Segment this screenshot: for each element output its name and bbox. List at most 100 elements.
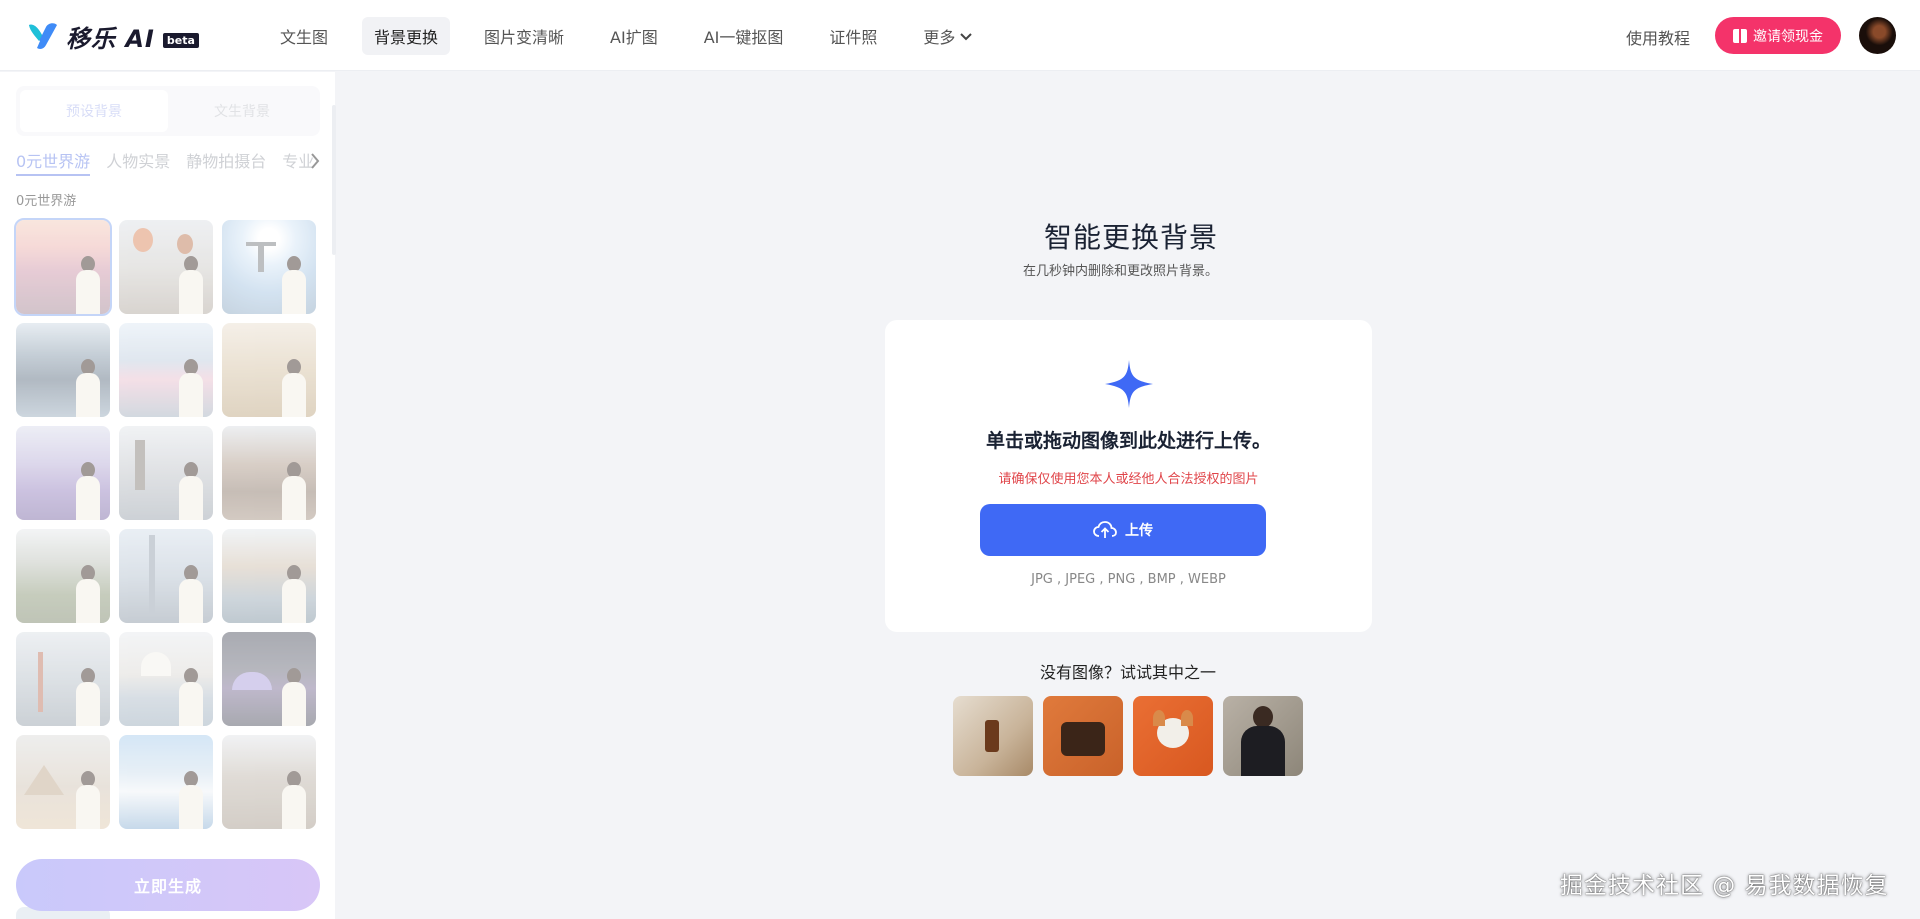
bg-thumb-golden-gate[interactable] <box>16 632 110 726</box>
bg-thumb-machu-picchu[interactable] <box>16 529 110 623</box>
page-title: 智能更换背景 <box>1044 221 1219 254</box>
puppy-ear <box>1153 710 1165 726</box>
model-figure <box>179 565 203 623</box>
nav-more[interactable]: 更多 <box>911 17 985 55</box>
tab-preset-background[interactable]: 预设背景 <box>20 90 168 132</box>
supported-formats: JPG , JPEG , PNG , BMP , WEBP <box>1031 572 1226 587</box>
bg-thumb-venice-canal[interactable] <box>222 529 316 623</box>
bg-thumb-colosseum[interactable] <box>222 735 316 829</box>
bridge-tower <box>38 652 43 712</box>
bg-thumb-fjord[interactable] <box>16 323 110 417</box>
category-portrait-scene[interactable]: 人物实景 <box>106 148 170 176</box>
brand-logo[interactable]: 移乐 AI beta <box>26 18 199 54</box>
main-nav: 文生图 背景更换 图片变清晰 AI扩图 AI一键抠图 证件照 更多 <box>268 17 1001 55</box>
model-figure <box>179 771 203 829</box>
balloon <box>177 234 193 254</box>
background-thumbnail-grid <box>14 218 316 829</box>
model-figure <box>179 668 203 726</box>
model-figure <box>76 462 100 520</box>
sample-woman-in-black[interactable] <box>1223 696 1303 776</box>
bottle <box>985 720 999 752</box>
user-avatar[interactable] <box>1859 17 1896 54</box>
upload-button[interactable]: 上传 <box>980 504 1266 556</box>
section-title: 0元世界游 <box>16 194 77 209</box>
model-figure <box>179 462 203 520</box>
cloud-upload-icon <box>1093 521 1117 538</box>
beta-badge: beta <box>162 32 199 48</box>
nav-image-enhance[interactable]: 图片变清晰 <box>472 17 576 55</box>
model-figure <box>76 565 100 623</box>
top-bar: 移乐 AI beta 文生图 背景更换 图片变清晰 AI扩图 AI一键抠图 证件… <box>0 0 1920 71</box>
nav-background-replace[interactable]: 背景更换 <box>362 17 451 55</box>
invite-cash-button[interactable]: 邀请领现金 <box>1715 17 1841 54</box>
bg-thumb-sydney-opera-house[interactable] <box>222 632 316 726</box>
bg-thumb-big-ben[interactable] <box>119 426 213 520</box>
nav-label: 证件照 <box>829 28 878 47</box>
tab-label: 文生背景 <box>214 104 270 120</box>
model-figure <box>282 771 306 829</box>
bg-thumb-mount-fuji-blossom[interactable] <box>119 323 213 417</box>
balloon <box>133 228 153 252</box>
background-sidebar: 预设背景 文生背景 0元世界游 人物实景 静物拍摄台 专业 0元世界游 立即生成 <box>0 72 335 919</box>
bg-thumb-tulip-field[interactable] <box>14 218 112 316</box>
model-figure <box>282 359 306 417</box>
brand-name: 移乐 AI <box>66 24 155 53</box>
nav-label: 背景更换 <box>374 28 439 47</box>
nav-ai-cutout[interactable]: AI一键抠图 <box>692 17 796 55</box>
sample-prompt: 没有图像？试试其中之一 <box>1040 663 1217 682</box>
model-figure <box>76 668 100 726</box>
model-body <box>1241 726 1285 776</box>
upload-warning: 请确保仅使用您本人或经他人合法授权的图片 <box>998 472 1259 487</box>
skyscraper <box>149 535 155 615</box>
tutorial-link[interactable]: 使用教程 <box>1626 25 1690 49</box>
bg-thumb-hot-air-balloons[interactable] <box>119 220 213 314</box>
watermark: 掘金技术社区 @ 易我数据恢复 <box>1560 873 1889 899</box>
puppy-ear <box>1181 710 1193 726</box>
background-mode-switch: 预设背景 文生背景 <box>16 86 320 136</box>
nav-label: AI一键抠图 <box>703 28 784 47</box>
bg-thumb-taj-mahal[interactable] <box>119 632 213 726</box>
category-world-tour[interactable]: 0元世界游 <box>16 148 91 176</box>
bg-thumb-savanna[interactable] <box>222 323 316 417</box>
nav-label: 图片变清晰 <box>484 28 565 47</box>
y-logo-icon <box>29 23 57 49</box>
sparkle-plus-icon <box>1105 360 1153 408</box>
model-figure <box>76 359 100 417</box>
bg-thumb-burj-khalifa[interactable] <box>119 529 213 623</box>
bg-thumb-santorini[interactable] <box>119 735 213 829</box>
model-figure <box>282 668 306 726</box>
model-head <box>1253 706 1273 728</box>
nav-label: 文生图 <box>280 28 329 47</box>
chevron-right-icon[interactable] <box>308 150 322 172</box>
model-figure <box>179 256 203 314</box>
tab-label: 预设背景 <box>66 104 122 120</box>
category-still-life[interactable]: 静物拍摄台 <box>186 148 266 176</box>
bg-thumb-lavender-field[interactable] <box>16 426 110 520</box>
sample-leather-handbag[interactable] <box>1043 696 1123 776</box>
opera-shells <box>232 672 272 690</box>
nav-id-photo[interactable]: 证件照 <box>817 17 889 55</box>
bg-thumb-grand-canyon[interactable] <box>222 426 316 520</box>
sample-serum-bottle[interactable] <box>953 696 1033 776</box>
model-figure <box>179 359 203 417</box>
upload-button-label: 上传 <box>1125 523 1153 539</box>
sidebar-scrollbar[interactable] <box>332 105 336 255</box>
model-figure <box>282 565 306 623</box>
upload-dropzone[interactable]: 单击或拖动图像到此处进行上传。 请确保仅使用您本人或经他人合法授权的图片 上传 … <box>885 320 1372 632</box>
nav-label: AI扩图 <box>610 28 658 47</box>
sample-corgi-puppy[interactable] <box>1133 696 1213 776</box>
model-figure <box>76 771 100 829</box>
bg-thumb-christ-the-redeemer[interactable] <box>222 220 316 314</box>
handbag <box>1061 722 1105 756</box>
bg-thumb-pyramids[interactable] <box>16 735 110 829</box>
generate-button[interactable]: 立即生成 <box>16 859 320 911</box>
nav-text-to-image[interactable]: 文生图 <box>268 17 340 55</box>
dome <box>141 652 171 676</box>
upload-heading: 单击或拖动图像到此处进行上传。 <box>985 430 1271 452</box>
chevron-down-icon <box>960 33 973 41</box>
model-figure <box>76 256 100 314</box>
model-figure <box>282 462 306 520</box>
clock-tower <box>135 440 145 490</box>
tab-text-background[interactable]: 文生背景 <box>168 90 316 132</box>
nav-ai-expand[interactable]: AI扩图 <box>598 17 670 55</box>
